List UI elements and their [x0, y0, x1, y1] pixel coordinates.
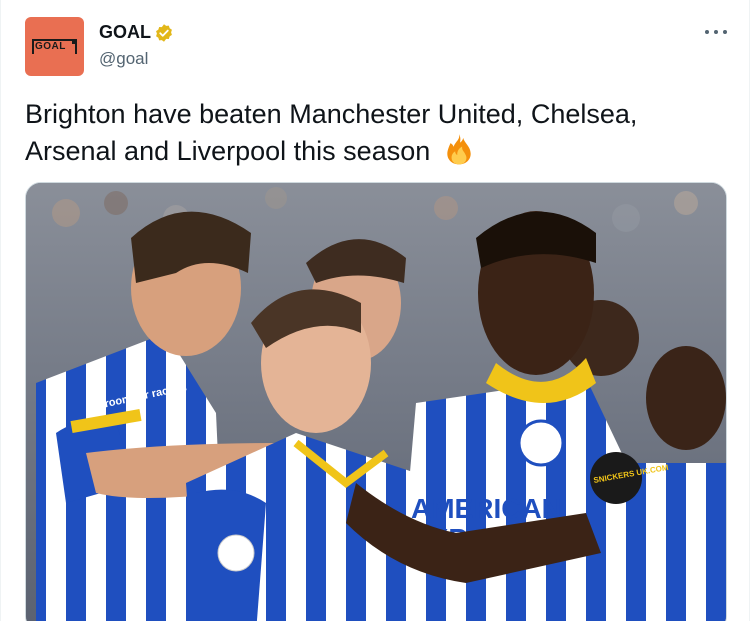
account-handle[interactable]: @goal [99, 49, 148, 69]
avatar-logo-text: GOAL [35, 41, 66, 52]
team-celebration-image: AMERICAN EXPRESS No room for racism SNIC… [26, 183, 726, 621]
tweet-body: Brighton have beaten Manchester United, … [25, 99, 638, 166]
kit-sponsor-line-1: AMERICAN [411, 493, 562, 524]
fire-emoji-icon [447, 134, 471, 165]
display-name[interactable]: GOAL [99, 22, 151, 43]
tweet-photo[interactable]: AMERICAN EXPRESS No room for racism SNIC… [25, 182, 727, 621]
avatar[interactable]: GOAL [25, 17, 84, 76]
tweet-text: Brighton have beaten Manchester United, … [25, 97, 725, 169]
more-options-icon[interactable] [705, 22, 727, 42]
verified-badge-icon [156, 24, 172, 42]
tweet-card[interactable]: GOAL GOAL @goal Brighton have beaten Man… [0, 0, 750, 621]
